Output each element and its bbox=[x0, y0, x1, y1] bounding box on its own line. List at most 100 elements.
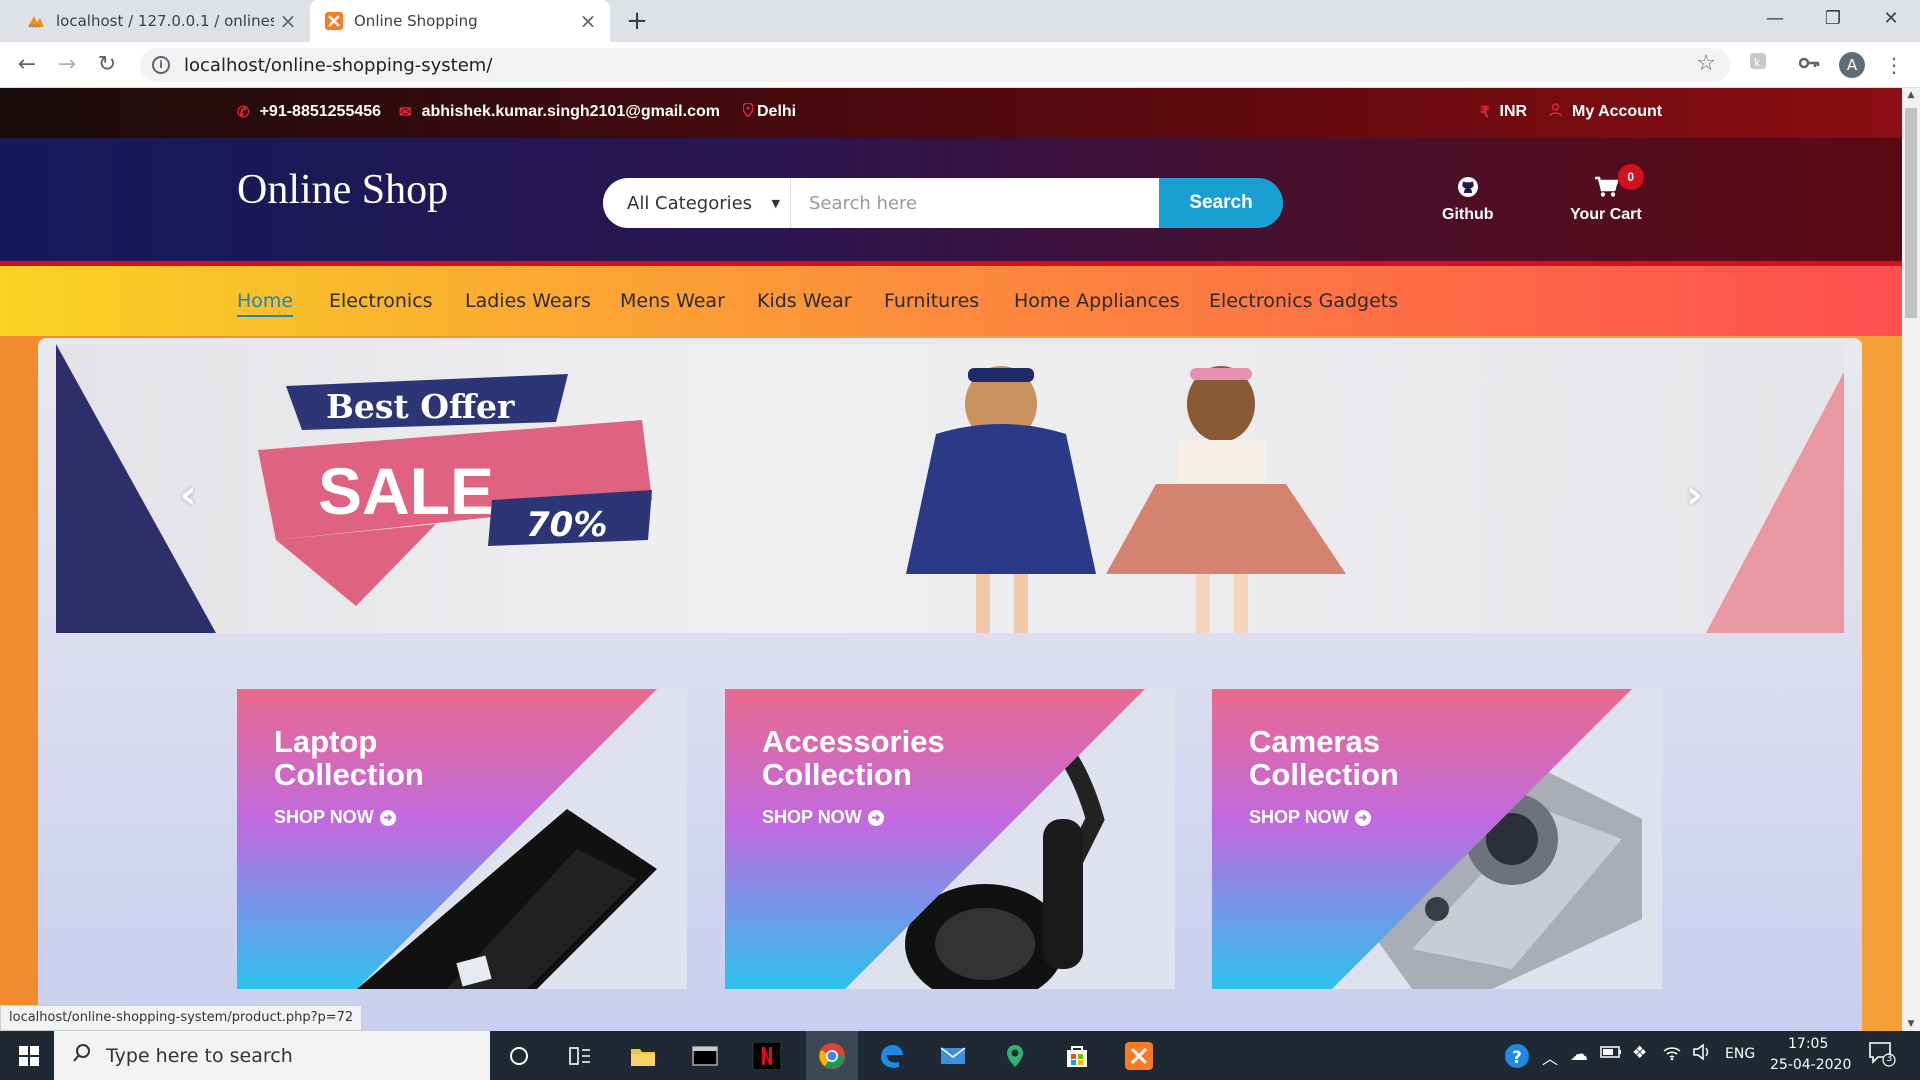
slider-next-chevron-icon[interactable]: › bbox=[1686, 472, 1702, 518]
wifi-icon[interactable] bbox=[1662, 1043, 1682, 1065]
help-icon[interactable]: ? bbox=[1500, 1039, 1534, 1073]
clock-date[interactable]: 25-04-2020 bbox=[1770, 1057, 1851, 1073]
arrow-circle-right-icon: ➜ bbox=[1354, 809, 1371, 826]
edge-icon[interactable] bbox=[874, 1039, 908, 1073]
scrollbar-thumb[interactable] bbox=[1905, 108, 1917, 318]
maximize-icon[interactable]: ❐ bbox=[1804, 0, 1862, 40]
cart-link[interactable]: 0 Your Cart bbox=[1570, 164, 1644, 224]
address-bar-row: ← → ↻ i localhost/online-shopping-system… bbox=[0, 42, 1920, 88]
kebab-menu-icon[interactable]: ⋮ bbox=[1880, 51, 1908, 79]
maps-icon[interactable] bbox=[998, 1039, 1032, 1073]
shopping-cart-icon: 0 bbox=[1570, 164, 1644, 204]
close-window-icon[interactable]: ✕ bbox=[1862, 0, 1920, 40]
dropbox-icon[interactable]: ❖ bbox=[1632, 1043, 1647, 1063]
shop-now-link[interactable]: SHOP NOW ➜ bbox=[762, 807, 884, 828]
volume-icon[interactable] bbox=[1692, 1043, 1712, 1065]
currency-selector[interactable]: ₹ INR bbox=[1480, 103, 1527, 121]
key-icon[interactable] bbox=[1796, 51, 1824, 79]
category-select[interactable]: All Categories ▼ bbox=[603, 178, 791, 228]
netflix-icon[interactable] bbox=[750, 1039, 784, 1073]
nav-item-electronics-gadgets[interactable]: Electronics Gadgets bbox=[1209, 290, 1398, 312]
tab-phpmyadmin[interactable]: PMA localhost / 127.0.0.1 / onlineshop × bbox=[14, 0, 310, 42]
nav-item-home[interactable]: Home bbox=[237, 290, 294, 317]
nav-item-furnitures[interactable]: Furnitures bbox=[884, 290, 979, 312]
close-icon[interactable]: × bbox=[574, 9, 602, 33]
email-contact[interactable]: ✉ abhishek.kumar.singh2101@gmail.com bbox=[399, 103, 720, 121]
nav-item-mens-wear[interactable]: Mens Wear bbox=[620, 290, 725, 312]
language-indicator[interactable]: ENG bbox=[1725, 1046, 1755, 1062]
reload-icon[interactable]: ↻ bbox=[92, 50, 122, 80]
category-select-value: All Categories bbox=[627, 192, 753, 214]
collection-title-line2: Collection bbox=[762, 757, 912, 792]
search-input[interactable] bbox=[791, 178, 1159, 228]
top-header: ✆ +91-8851255456 ✉ abhishek.kumar.singh2… bbox=[0, 88, 1902, 138]
nav-item-electronics[interactable]: Electronics bbox=[329, 290, 433, 312]
scroll-down-arrow-icon[interactable]: ▼ bbox=[1902, 1019, 1920, 1029]
main-header: Online Shop All Categories ▼ Search Gith… bbox=[0, 138, 1902, 266]
new-tab-button[interactable]: + bbox=[622, 6, 652, 36]
tab-online-shopping[interactable]: Online Shopping × bbox=[310, 0, 610, 42]
url-field[interactable]: i localhost/online-shopping-system/ ☆ bbox=[140, 48, 1730, 82]
collection-title-line1: Laptop bbox=[274, 724, 378, 759]
collection-card-laptop[interactable]: Laptop Collection SHOP NOW ➜ bbox=[237, 689, 687, 989]
collection-card-accessories[interactable]: Accessories Collection SHOP NOW ➜ bbox=[725, 689, 1175, 989]
search-icon bbox=[72, 1043, 92, 1068]
onedrive-cloud-icon[interactable]: ☁ bbox=[1570, 1044, 1588, 1065]
shop-now-link[interactable]: SHOP NOW ➜ bbox=[274, 807, 396, 828]
search-button[interactable]: Search bbox=[1159, 178, 1283, 228]
xampp-icon[interactable] bbox=[1122, 1039, 1156, 1073]
slider-prev-chevron-icon[interactable]: ‹ bbox=[180, 472, 196, 518]
collection-title-line2: Collection bbox=[274, 757, 424, 792]
banner-best-offer-text: Best Offer bbox=[326, 387, 515, 426]
windows-taskbar: Type here to search ? ︿ ☁ ❖ ENG 17:05 25… bbox=[0, 1031, 1920, 1080]
nav-item-home-appliances[interactable]: Home Appliances bbox=[1014, 290, 1180, 312]
site-logo[interactable]: Online Shop bbox=[237, 166, 448, 214]
cortana-icon[interactable] bbox=[502, 1039, 536, 1073]
hero-slider: Best Offer SALE 70% ‹ › bbox=[56, 344, 1844, 633]
windows-start-icon[interactable] bbox=[12, 1039, 46, 1073]
collection-title: Laptop Collection bbox=[274, 725, 524, 791]
github-icon bbox=[1442, 176, 1494, 204]
collection-title-line1: Cameras bbox=[1249, 724, 1380, 759]
phone-contact[interactable]: ✆ +91-8851255456 bbox=[237, 103, 381, 121]
back-arrow-icon[interactable]: ← bbox=[12, 50, 42, 80]
shop-now-label: SHOP NOW bbox=[274, 807, 374, 827]
chevron-up-icon[interactable]: ︿ bbox=[1542, 1045, 1558, 1069]
cart-label: Your Cart bbox=[1570, 206, 1642, 223]
close-icon[interactable]: × bbox=[274, 9, 302, 33]
forward-arrow-icon[interactable]: → bbox=[52, 50, 82, 80]
url-text: localhost/online-shopping-system/ bbox=[184, 54, 493, 76]
notification-center-icon[interactable]: 3 bbox=[1868, 1041, 1896, 1071]
scroll-up-arrow-icon[interactable]: ▲ bbox=[1902, 90, 1920, 100]
my-account-link[interactable]: My Account bbox=[1549, 103, 1662, 121]
terminal-icon[interactable] bbox=[688, 1039, 722, 1073]
mail-icon[interactable] bbox=[936, 1039, 970, 1073]
shop-now-label: SHOP NOW bbox=[1249, 807, 1349, 827]
profile-avatar[interactable]: A bbox=[1839, 52, 1865, 78]
page-viewport: ✆ +91-8851255456 ✉ abhishek.kumar.singh2… bbox=[0, 88, 1902, 1031]
store-icon[interactable] bbox=[1060, 1039, 1094, 1073]
collection-title: Accessories Collection bbox=[762, 725, 1012, 791]
bookmark-star-icon[interactable]: ☆ bbox=[1696, 51, 1716, 76]
taskbar-search[interactable]: Type here to search bbox=[54, 1031, 490, 1080]
shop-now-link[interactable]: SHOP NOW ➜ bbox=[1249, 807, 1371, 828]
page-scrollbar[interactable]: ▲ ▼ bbox=[1902, 88, 1920, 1031]
extension-icon[interactable]: k bbox=[1744, 51, 1772, 79]
map-marker-icon bbox=[742, 102, 754, 121]
minimize-icon[interactable]: — bbox=[1746, 0, 1804, 40]
nav-item-kids-wear[interactable]: Kids Wear bbox=[757, 290, 852, 312]
nav-item-ladies-wears[interactable]: Ladies Wears bbox=[465, 290, 591, 312]
battery-icon[interactable] bbox=[1600, 1045, 1622, 1063]
github-link[interactable]: Github bbox=[1442, 176, 1494, 224]
arrow-circle-right-icon: ➜ bbox=[867, 809, 884, 826]
location-contact[interactable]: Delhi bbox=[742, 102, 796, 121]
collection-card-cameras[interactable]: Cameras Collection SHOP NOW ➜ bbox=[1212, 689, 1662, 989]
collection-title-line2: Collection bbox=[1249, 757, 1399, 792]
search-form: All Categories ▼ Search bbox=[603, 178, 1283, 228]
task-view-icon[interactable] bbox=[563, 1039, 597, 1073]
info-icon[interactable]: i bbox=[152, 56, 170, 74]
chrome-taskbar-icon[interactable] bbox=[806, 1031, 858, 1080]
banner-percent-text: 70% bbox=[526, 505, 607, 545]
file-explorer-icon[interactable] bbox=[626, 1039, 660, 1073]
clock-time[interactable]: 17:05 bbox=[1788, 1036, 1828, 1052]
